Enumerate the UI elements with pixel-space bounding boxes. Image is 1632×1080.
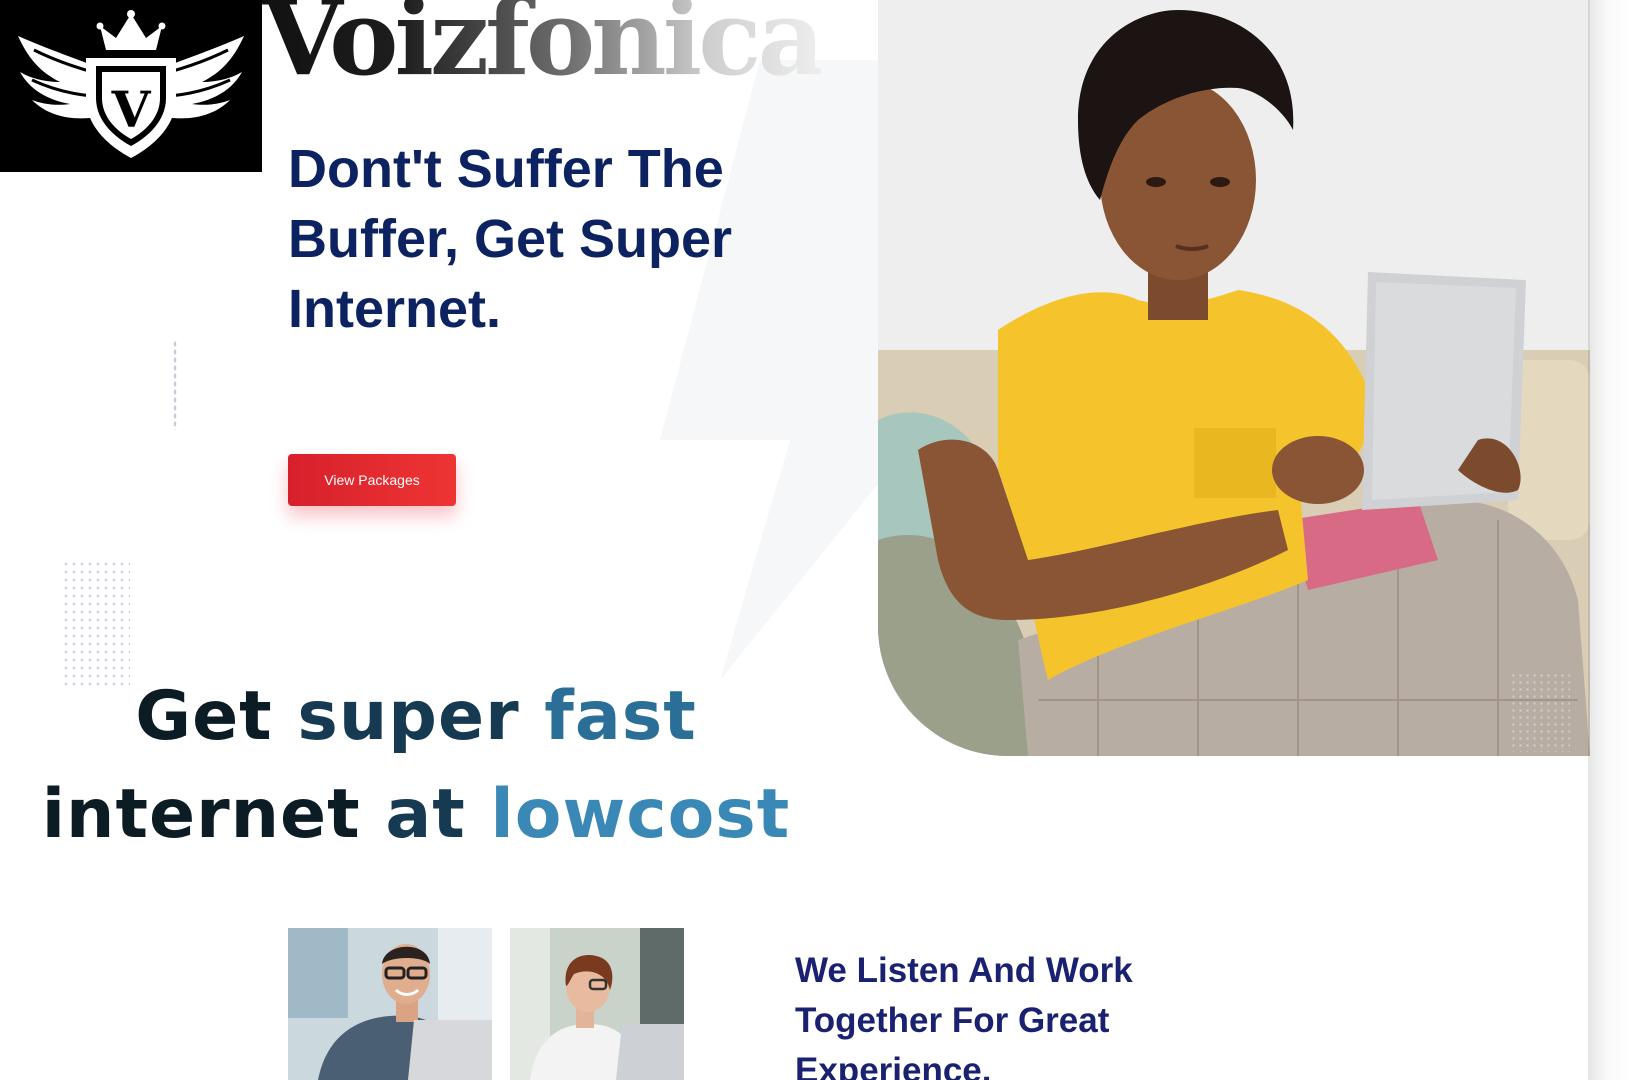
- team-photo-woman: [510, 928, 684, 1080]
- man-with-laptop-photo: [288, 928, 492, 1080]
- logo[interactable]: V: [0, 0, 262, 172]
- promo-tagline: Get super fast internet at lowcost: [36, 668, 796, 864]
- promo-word: at: [385, 775, 466, 854]
- promo-word: fast: [544, 677, 697, 756]
- view-packages-button[interactable]: View Packages: [288, 454, 456, 506]
- promo-word: Get: [135, 677, 273, 756]
- promo-word: internet: [41, 775, 361, 854]
- winged-shield-crown-icon: V: [18, 10, 244, 158]
- brand-name: Voizfonica: [262, 0, 825, 90]
- promo-word: lowcost: [490, 775, 791, 854]
- dot-pattern-vertical: [173, 340, 177, 430]
- woman-with-laptop-photo: [510, 928, 684, 1080]
- hero-headline: Dont't Suffer The Buffer, Get Super Inte…: [288, 139, 733, 339]
- dot-pattern-corner: [1510, 672, 1570, 752]
- promo-word: super: [297, 677, 520, 756]
- svg-text:V: V: [111, 80, 152, 139]
- team-photo-man: [288, 928, 492, 1080]
- landing-page: V Voizfonica Dont't Suffer The Buffer, G…: [0, 0, 1632, 1080]
- hero-photo: [878, 0, 1590, 756]
- section-heading: We Listen And Work Together For Great Ex…: [795, 951, 1133, 1080]
- teen-with-tablet-photo: [878, 0, 1590, 756]
- page-edge-shadow: [1588, 0, 1632, 1080]
